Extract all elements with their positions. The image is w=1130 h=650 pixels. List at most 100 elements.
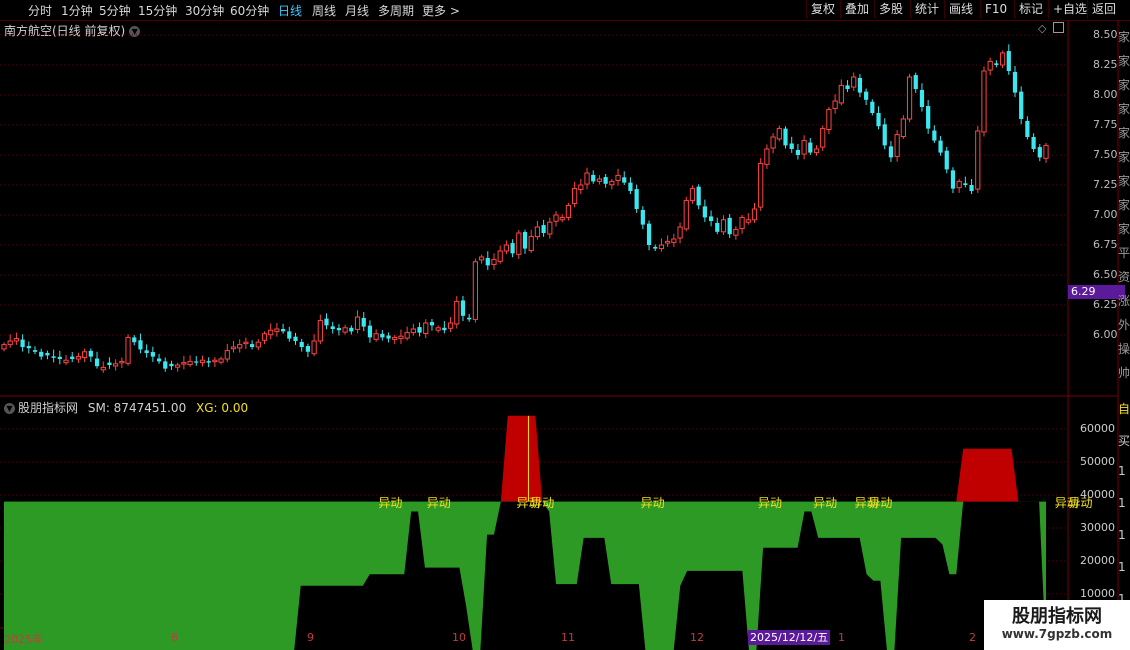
candle-body-up — [497, 250, 503, 262]
candle-body-down — [708, 216, 714, 221]
candle-body-down — [45, 353, 50, 356]
candle-body-down — [349, 327, 354, 332]
side-panel-char: 家 — [1118, 126, 1130, 140]
date-label-month: 8 — [171, 631, 178, 644]
candle-body-down — [646, 223, 652, 245]
candle-body-down — [367, 325, 373, 338]
side-panel-char: 家 — [1118, 150, 1130, 164]
candlestick-chart[interactable] — [0, 0, 1130, 650]
indicator-base-area — [4, 501, 1046, 650]
tab-period-daily[interactable]: 日线 — [278, 2, 302, 19]
candle-body-up — [435, 327, 441, 331]
date-label-month: 10 — [452, 631, 466, 644]
candle-body-down — [808, 142, 813, 153]
date-label-month: 2 — [969, 631, 976, 644]
candle-body-up — [354, 316, 361, 330]
candle-body-up — [392, 336, 398, 341]
candle-body-down — [870, 101, 875, 113]
candle-body-up — [596, 178, 603, 182]
candle-body-up — [342, 327, 348, 333]
candle-body-up — [838, 84, 844, 104]
indicator-xg-value: XG: 0.00 — [196, 401, 249, 415]
signal-label: 异动 — [813, 495, 838, 510]
candle-body-down — [541, 225, 546, 233]
tab-period-fenshi[interactable]: 分时 — [28, 2, 52, 19]
signal-label: 异动 — [757, 495, 782, 510]
f10-button[interactable]: F10 — [980, 0, 1011, 19]
candle-body-down — [603, 177, 608, 184]
candle-body-up — [503, 244, 510, 252]
candle-body-up — [615, 174, 621, 181]
multi-stock-button[interactable]: 多股 — [874, 0, 907, 19]
price-tick-label: 7.75 — [1093, 118, 1118, 131]
tab-period-5min[interactable]: 5分钟 — [99, 2, 131, 19]
tab-period-more[interactable]: 更多 > — [422, 2, 460, 19]
price-tick-label: 8.50 — [1093, 28, 1118, 41]
candle-body-up — [255, 341, 261, 348]
candle-body-up — [491, 258, 497, 265]
watermark-logo: 股朋指标网 www.7gpzb.com — [984, 600, 1130, 650]
candle-body-up — [125, 336, 131, 364]
candle-body-up — [82, 351, 88, 359]
candle-body-up — [565, 204, 572, 218]
side-indicator-char: 自 — [1118, 402, 1130, 416]
back-button[interactable]: 返回 — [1087, 0, 1120, 19]
candle-body-down — [640, 209, 645, 225]
tab-period-1min[interactable]: 1分钟 — [61, 2, 93, 19]
statistics-button[interactable]: 统计 — [910, 0, 943, 19]
add-watchlist-button[interactable]: +自选 — [1048, 0, 1091, 19]
candle-body-up — [609, 180, 615, 186]
candle-body-down — [522, 232, 528, 249]
candle-body-down — [150, 352, 155, 357]
indicator-tick-label: 20000 — [1080, 554, 1115, 567]
candle-body-down — [485, 257, 490, 266]
candle-body-up — [776, 128, 782, 140]
candle-body-up — [119, 360, 125, 364]
mark-button[interactable]: 标记 — [1014, 0, 1047, 19]
signal-label: 异动 — [426, 495, 451, 510]
candle-body-down — [336, 328, 342, 331]
candle-body-down — [1012, 71, 1018, 93]
candle-body-down — [696, 186, 701, 206]
candle-body-down — [144, 350, 149, 353]
diamond-icon[interactable]: ◇ — [1038, 22, 1046, 35]
candle-body-down — [51, 356, 56, 358]
draw-line-button[interactable]: 画线 — [944, 0, 977, 19]
candle-body-down — [386, 335, 391, 339]
candle-body-down — [442, 327, 447, 331]
candle-body-down — [919, 89, 925, 107]
candle-body-up — [733, 228, 739, 236]
price-tick-label: 8.25 — [1093, 58, 1118, 71]
tab-period-monthly[interactable]: 月线 — [345, 2, 369, 19]
candle-body-up — [671, 238, 677, 243]
stock-title: 南方航空(日线 前复权) — [4, 24, 126, 38]
date-label-month: 1 — [838, 631, 845, 644]
tab-period-multi[interactable]: 多周期 — [378, 2, 414, 19]
tab-period-weekly[interactable]: 周线 — [312, 2, 336, 19]
window-toggle-icon[interactable] — [1053, 22, 1064, 33]
candle-body-down — [88, 350, 93, 357]
candle-body-up — [410, 328, 416, 334]
candle-body-down — [864, 91, 869, 100]
side-panel-char: 家 — [1118, 174, 1130, 188]
tab-period-60min[interactable]: 60分钟 — [230, 2, 269, 19]
candle-body-up — [373, 333, 379, 340]
candle-body-up — [311, 340, 317, 355]
candle-body-up — [956, 180, 962, 189]
candle-body-up — [813, 148, 820, 154]
tab-period-15min[interactable]: 15分钟 — [138, 2, 177, 19]
overlay-button[interactable]: 叠加 — [840, 0, 873, 19]
tab-period-30min[interactable]: 30分钟 — [185, 2, 224, 19]
chevron-down-icon[interactable]: ▼ — [129, 26, 141, 37]
candle-body-down — [969, 185, 974, 191]
candle-body-down — [938, 140, 943, 153]
restore-rights-button[interactable]: 复权 — [806, 0, 839, 19]
candle-body-down — [882, 124, 887, 146]
candle-body-down — [20, 339, 25, 347]
side-panel-char: 家 — [1118, 198, 1130, 212]
chevron-down-icon[interactable]: ▼ — [4, 403, 15, 414]
candle-body-up — [547, 221, 553, 235]
candle-body-down — [591, 174, 596, 182]
candle-body-up — [906, 76, 913, 120]
candle-body-up — [689, 188, 696, 202]
